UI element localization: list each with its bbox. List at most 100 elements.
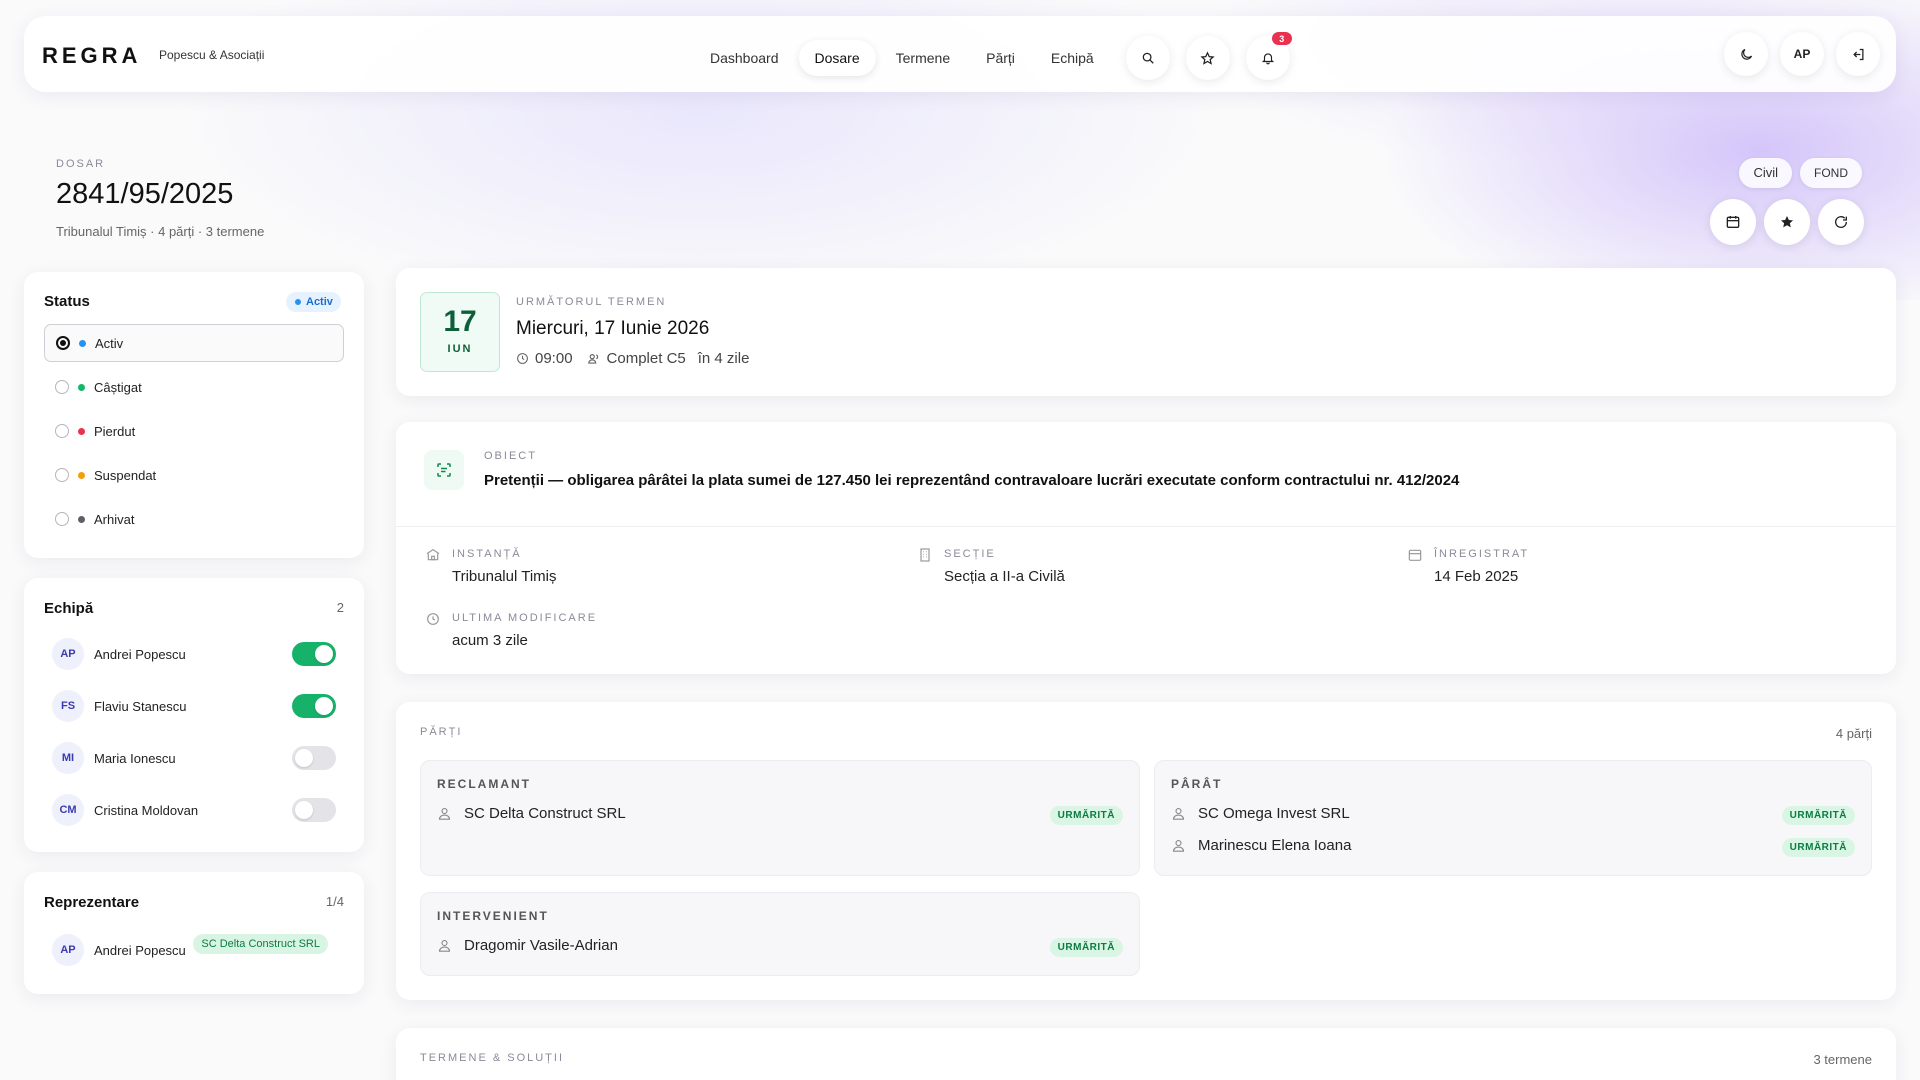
- date-month: IUN: [447, 343, 473, 355]
- object-card: OBIECT Pretenții — obligarea pârâtei la …: [396, 422, 1896, 674]
- dossier-tags: Civil FOND: [1739, 158, 1862, 188]
- refresh-button[interactable]: [1818, 199, 1864, 245]
- representation-header: Reprezentare 1/4: [44, 894, 344, 911]
- status-card: Status Activ Activ Câștigat Pierdut Susp…: [24, 272, 364, 558]
- party-item[interactable]: SC Delta Construct SRL: [437, 805, 626, 822]
- status-option-activ[interactable]: Activ: [44, 324, 344, 362]
- parties-header: PĂRȚI 4 părți: [420, 726, 1872, 741]
- nav-dashboard[interactable]: Dashboard: [694, 40, 795, 76]
- nav-parti[interactable]: Părți: [970, 40, 1031, 76]
- member-name: Flaviu Stanescu: [94, 698, 187, 714]
- building-icon: [920, 548, 930, 562]
- calendar-icon: [1726, 216, 1740, 228]
- status-dot: [78, 471, 85, 479]
- status-badge: Activ: [286, 292, 341, 312]
- nav-dosare[interactable]: Dosare: [798, 40, 876, 76]
- institution-icon: [426, 548, 440, 561]
- nav-echipa[interactable]: Echipă: [1035, 40, 1110, 76]
- person-icon: [438, 939, 451, 952]
- search-icon: [1142, 52, 1154, 64]
- party-role: INTERVENIENT: [437, 909, 549, 923]
- calendar-button[interactable]: [1710, 199, 1756, 245]
- parties-card: PĂRȚI 4 părți RECLAMANT SC Delta Constru…: [396, 702, 1896, 1000]
- star-button[interactable]: [1764, 199, 1810, 245]
- scan-text-icon: [437, 463, 451, 477]
- date-day: 17: [443, 305, 477, 338]
- field-value: 14 Feb 2025: [1434, 568, 1519, 585]
- top-header: REGRA Popescu & Asociații Dashboard Dosa…: [24, 16, 1896, 92]
- followed-badge: URMĂRITĂ: [1049, 806, 1123, 825]
- nav-termene[interactable]: Termene: [880, 40, 966, 76]
- party-role: PÂRÂT: [1171, 777, 1223, 791]
- person-icon: [438, 807, 451, 820]
- avatar: AP: [52, 638, 84, 670]
- next-term-card: 17 IUN URMĂTORUL TERMEN Miercuri, 17 Iun…: [396, 268, 1896, 396]
- member-name: Maria Ionescu: [94, 750, 176, 766]
- field-section: SECȚIE Secția a II-a Civilă: [916, 548, 1065, 585]
- team-member: AP Andrei Popescu: [52, 638, 336, 670]
- status-option-arhivat[interactable]: Arhivat: [44, 500, 344, 538]
- star-filled-icon: [1781, 216, 1793, 228]
- moon-icon: [1740, 48, 1752, 60]
- terms-card: TERMENE & SOLUȚII 3 termene: [396, 1028, 1896, 1080]
- field-label: SECȚIE: [944, 548, 996, 560]
- representation-row[interactable]: AP Andrei Popescu SC Delta Construct SRL: [52, 934, 336, 966]
- logout-icon: [1852, 48, 1863, 60]
- team-member: MI Maria Ionescu: [52, 742, 336, 774]
- team-member: CM Cristina Moldovan: [52, 794, 336, 826]
- clock-icon: [517, 353, 528, 364]
- status-option-pierdut[interactable]: Pierdut: [44, 412, 344, 450]
- app-logo[interactable]: REGRA: [42, 43, 141, 69]
- terms-label: TERMENE & SOLUȚII: [420, 1052, 565, 1064]
- radio-unchecked: [55, 380, 69, 394]
- person-icon: [1172, 807, 1185, 820]
- member-toggle[interactable]: [292, 798, 336, 822]
- star-icon: [1200, 50, 1215, 65]
- avatar: AP: [52, 934, 84, 966]
- logout-button[interactable]: [1836, 32, 1880, 76]
- user-avatar-button[interactable]: AP: [1780, 32, 1824, 76]
- status-title: Status: [44, 293, 90, 310]
- radio-unchecked: [55, 512, 69, 526]
- avatar: FS: [52, 690, 84, 722]
- favorites-button[interactable]: [1185, 36, 1230, 80]
- party-name: SC Delta Construct SRL: [464, 805, 626, 822]
- status-option-castigat[interactable]: Câștigat: [44, 368, 344, 406]
- dossier-actions: [1710, 199, 1864, 245]
- member-toggle[interactable]: [292, 694, 336, 718]
- field-label: INSTANȚĂ: [452, 548, 522, 560]
- party-item[interactable]: Dragomir Vasile-Adrian: [437, 937, 618, 954]
- clock-icon: [427, 613, 439, 625]
- party-item[interactable]: SC Omega Invest SRL: [1171, 805, 1350, 822]
- person-icon: [1172, 839, 1185, 852]
- object-icon-box: [424, 450, 464, 490]
- radio-unchecked: [55, 468, 69, 482]
- theme-toggle-button[interactable]: [1724, 32, 1768, 76]
- tag-civil: Civil: [1739, 158, 1792, 188]
- status-option-suspendat[interactable]: Suspendat: [44, 456, 344, 494]
- status-dot: [79, 339, 86, 347]
- party-group-defendant: PÂRÂT SC Omega Invest SRL URMĂRITĂ Marin…: [1154, 760, 1872, 876]
- team-member: FS Flaviu Stanescu: [52, 690, 336, 722]
- member-toggle[interactable]: [292, 746, 336, 770]
- term-panel: Complet C5: [606, 350, 686, 367]
- next-term-date: Miercuri, 17 Iunie 2026: [516, 318, 710, 339]
- representation-count: 1/4: [325, 894, 344, 909]
- search-button[interactable]: [1125, 36, 1170, 80]
- status-dot: [78, 383, 85, 391]
- object-label: OBIECT: [484, 450, 537, 462]
- refresh-icon: [1835, 216, 1847, 228]
- followed-badge: URMĂRITĂ: [1781, 806, 1855, 825]
- representative-name: Andrei Popescu: [94, 942, 186, 958]
- bell-icon: [1261, 53, 1274, 65]
- represented-party-tag: SC Delta Construct SRL: [193, 934, 328, 954]
- notifications-button[interactable]: 3: [1245, 32, 1292, 80]
- field-value: Tribunalul Timiș: [452, 568, 557, 585]
- object-text: Pretenții — obligarea pârâtei la plata s…: [484, 472, 1460, 489]
- main-nav: Dashboard Dosare Termene Părți Echipă 3: [694, 32, 1292, 80]
- member-name: Cristina Moldovan: [94, 802, 199, 818]
- member-toggle[interactable]: [292, 642, 336, 666]
- followed-badge: URMĂRITĂ: [1781, 838, 1855, 857]
- next-term-meta: 09:00 Complet C5 în 4 zile: [516, 350, 749, 367]
- party-item[interactable]: Marinescu Elena Ioana: [1171, 837, 1351, 854]
